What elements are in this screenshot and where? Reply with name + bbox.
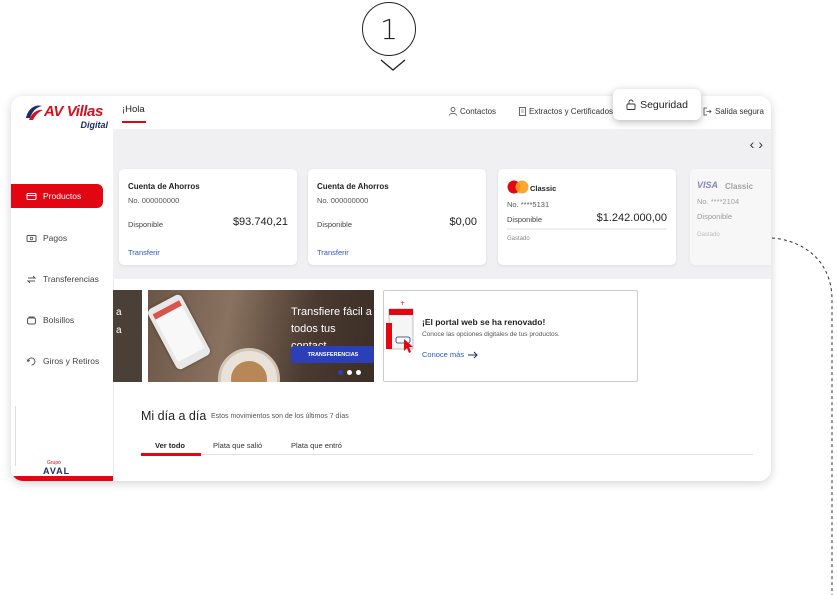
statements-link[interactable]: Extractos y Certificados xyxy=(519,107,613,116)
transfer-link[interactable]: Transferir xyxy=(317,248,349,257)
main-content: ‹› Cuenta de Ahorros No. 000000000 Dispo… xyxy=(113,129,771,481)
sidebar-accent-bar xyxy=(11,476,113,481)
promo-banner-portal[interactable]: + ¡El portal web se ha renovado! Conoce … xyxy=(383,290,638,382)
activity-title: Mi día a día xyxy=(141,409,207,423)
tab-plata-que-salio[interactable]: Plata que salió xyxy=(213,441,262,450)
sidebar-item-pagos[interactable]: Pagos xyxy=(11,226,113,250)
transfer-link[interactable]: Transferir xyxy=(128,248,160,257)
coffee-cup-image xyxy=(218,348,280,382)
portal-subtitle: Conoce las opciones digitales de tus pro… xyxy=(422,331,560,338)
arrow-right-icon xyxy=(468,351,478,358)
transfers-button[interactable]: TRANSFERENCIAS xyxy=(291,346,374,363)
app-window: AV Villas Digital Productos Pagos Transf… xyxy=(11,96,771,481)
phone-image xyxy=(148,293,212,371)
transfer-icon xyxy=(26,274,37,285)
available-label: Disponible xyxy=(317,220,353,229)
sidebar-item-productos[interactable]: Productos xyxy=(11,184,103,208)
security-button[interactable]: Seguridad xyxy=(613,89,701,120)
logout-icon xyxy=(703,107,712,116)
money-icon xyxy=(26,356,37,367)
contacts-label: Contactos xyxy=(460,107,497,116)
bill-icon xyxy=(26,233,37,244)
mastercard-icon xyxy=(507,180,529,194)
brand-logo[interactable]: AV Villas Digital xyxy=(24,103,110,133)
sidebar-item-label: Bolsillos xyxy=(43,315,75,325)
card-title: Cuenta de Ahorros xyxy=(317,182,389,191)
svg-text:+: + xyxy=(400,300,405,307)
carousel-dot[interactable] xyxy=(338,370,343,375)
sidebar-item-label: Giros y Retiros xyxy=(43,356,100,366)
sidebar: AV Villas Digital Productos Pagos Transf… xyxy=(11,96,114,481)
available-amount: $1.242.000,00 xyxy=(596,212,667,224)
group-name: AVAL xyxy=(43,466,71,476)
group-logo: Grupo AVAL xyxy=(43,460,70,476)
card-icon xyxy=(26,191,37,202)
learn-more-link[interactable]: Conoce más xyxy=(422,350,479,359)
sidebar-item-bolsillos[interactable]: Bolsillos xyxy=(11,308,113,332)
greeting: ¡Hola xyxy=(122,104,145,115)
products-carousel: ‹› Cuenta de Ahorros No. 000000000 Dispo… xyxy=(113,129,771,279)
card-number: No. ****2104 xyxy=(697,197,740,206)
carousel-dots[interactable] xyxy=(338,370,361,375)
account-card[interactable]: Cuenta de Ahorros No. 000000000 Disponib… xyxy=(308,169,486,265)
credit-card[interactable]: VISA Classic No. ****2104 Disponible Gas… xyxy=(690,169,771,265)
contacts-link[interactable]: Contactos xyxy=(449,107,496,116)
chevron-right-icon[interactable]: › xyxy=(758,136,767,152)
lock-icon xyxy=(626,99,636,110)
available-label: Disponible xyxy=(697,212,733,221)
account-card[interactable]: Cuenta de Ahorros No. 000000000 Disponib… xyxy=(119,169,297,265)
usage-bar xyxy=(507,228,667,230)
card-number: No. 000000000 xyxy=(317,196,369,205)
card-title: Classic xyxy=(725,182,754,191)
carousel-dot[interactable] xyxy=(356,370,361,375)
card-title: Cuenta de Ahorros xyxy=(128,182,200,191)
visa-brand: VISA xyxy=(697,180,719,190)
document-icon xyxy=(519,107,526,116)
logo-mark-icon xyxy=(26,105,43,120)
card-title: Classic xyxy=(530,184,557,193)
banner-text-line: Transfiere fácil a xyxy=(291,306,372,318)
sidebar-item-transferencias[interactable]: Transferencias xyxy=(11,267,113,291)
available-amount: $0,00 xyxy=(449,216,477,228)
promo-banner-prev[interactable]: a a xyxy=(113,290,142,382)
tabs-divider xyxy=(141,454,753,455)
card-number: No. 000000000 xyxy=(128,196,180,205)
brand-name: AV Villas xyxy=(44,103,103,120)
portal-illustration-icon: + xyxy=(386,300,414,353)
carousel-arrows[interactable]: ‹› xyxy=(750,136,767,152)
carousel-dot[interactable] xyxy=(347,370,352,375)
sidebar-item-label: Productos xyxy=(43,191,82,201)
available-amount: $93.740,21 xyxy=(232,216,288,228)
available-label: Disponible xyxy=(128,220,164,229)
greeting-underline xyxy=(122,121,146,123)
learn-more-label: Conoce más xyxy=(422,350,465,359)
user-icon xyxy=(449,107,457,116)
promo-banner-transfer[interactable]: Transfiere fácil a todos tus contact TRA… xyxy=(148,290,374,382)
tab-ver-todo[interactable]: Ver todo xyxy=(155,441,185,450)
wallet-icon xyxy=(26,315,37,326)
statements-label: Extractos y Certificados xyxy=(529,107,614,116)
available-label: Disponible xyxy=(507,215,543,224)
banner-text-line: a xyxy=(116,307,122,318)
sidebar-item-label: Pagos xyxy=(43,233,68,243)
banner-text-line: a xyxy=(116,325,122,336)
sidebar-item-giros[interactable]: Giros y Retiros xyxy=(11,349,113,373)
logout-label: Salida segura xyxy=(715,107,764,116)
card-number: No. ****5131 xyxy=(507,200,550,209)
spent-label: Gastado xyxy=(507,236,530,242)
sidebar-divider xyxy=(15,406,22,466)
spent-label: Gastado xyxy=(697,232,720,238)
sidebar-item-label: Transferencias xyxy=(43,274,99,284)
logout-link[interactable]: Salida segura xyxy=(703,107,764,116)
security-label: Seguridad xyxy=(640,98,688,111)
portal-title: ¡El portal web se ha renovado! xyxy=(422,317,546,327)
active-tab-indicator xyxy=(141,453,201,456)
activity-subtitle: Estos movimientos son de los últimos 7 d… xyxy=(211,413,349,420)
credit-card[interactable]: Classic No. ****5131 Disponible $1.242.0… xyxy=(498,169,676,265)
brand-sub: Digital xyxy=(80,120,108,130)
tab-plata-que-entro[interactable]: Plata que entró xyxy=(291,441,342,450)
